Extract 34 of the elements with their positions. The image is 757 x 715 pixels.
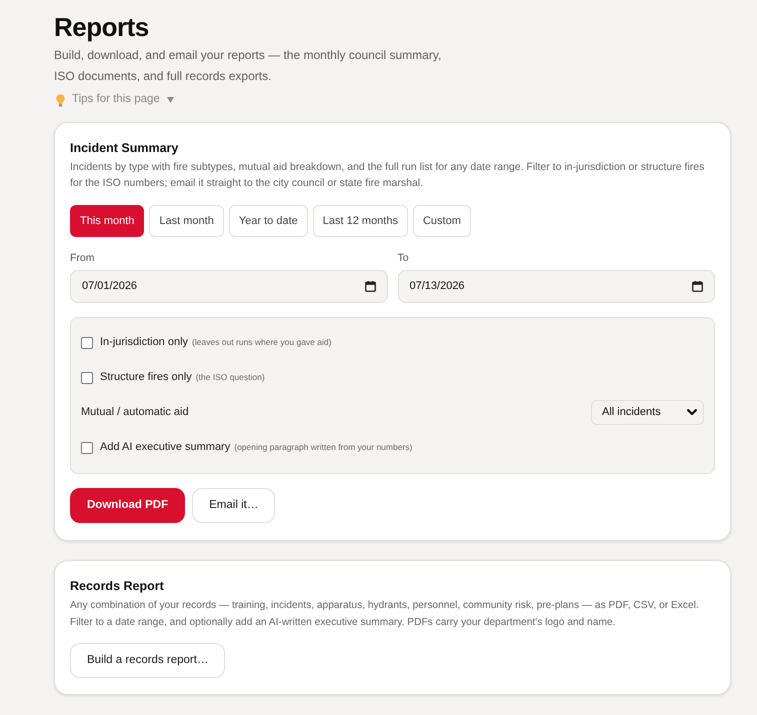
date-field[interactable]: 07/13/2026 [398, 270, 715, 303]
page-subtitle: Build, download, and email your reports — the monthly council summary, ISO documents, and full records exports. [54, 47, 442, 85]
date-preset-tab[interactable]: Year to date [228, 205, 308, 237]
calendar-icon[interactable] [364, 281, 376, 292]
checkbox[interactable] [81, 336, 93, 348]
card-description: Any combination of your records — training, incidents, apparatus, hydrants, personnel, community risk, pre-plans — as PDF, CSV, or Excel. Filter to a date range, and optionally add an AI-written executive summary. PDFs carry your department's logo and name. [70, 599, 700, 630]
action-button[interactable]: Build a records report… [70, 643, 226, 678]
lightbulb-icon [56, 94, 65, 106]
filter-hint: (leaves out runs where you gave aid) [192, 336, 332, 349]
card-title: Incident Summary [70, 140, 180, 156]
checkbox[interactable] [81, 372, 93, 384]
select-field[interactable]: All incidents [591, 400, 704, 425]
date-preset-tab[interactable]: This month [70, 205, 144, 237]
card-description: Incidents by type with fire subtypes, mutual aid breakdown, and the full run list for any date range. Filter to in-jurisdiction or structure fires for the ISO numbers; email it straight to the city council or state fire marshal. [70, 160, 706, 191]
filter-hint: (the ISO question) [196, 371, 265, 384]
action-button[interactable]: Email it… [192, 488, 276, 523]
date-field[interactable]: 07/01/2026 [70, 270, 388, 303]
page-title: Reports [54, 11, 149, 44]
action-button[interactable]: Download PDF [70, 488, 186, 523]
filter-label: In-jurisdiction only [100, 335, 188, 350]
field-label: From [70, 251, 94, 265]
date-preset-tab[interactable]: Custom [412, 205, 471, 237]
card-title: Records Report [70, 578, 165, 594]
checkbox[interactable] [81, 442, 93, 454]
filter-label: Mutual / automatic aid [81, 405, 189, 420]
filter-label: Add AI executive summary [100, 440, 230, 456]
field-label: To [398, 251, 409, 265]
date-preset-tab[interactable]: Last 12 months [312, 205, 408, 237]
filter-label: Structure fires only [100, 370, 192, 386]
date-preset-tab[interactable]: Last month [149, 205, 224, 237]
calendar-icon[interactable] [692, 281, 703, 292]
chevron-down-icon [687, 409, 697, 416]
filter-hint: (opening paragraph written from your numbers) [234, 441, 412, 454]
caret-down-icon[interactable] [166, 97, 174, 103]
